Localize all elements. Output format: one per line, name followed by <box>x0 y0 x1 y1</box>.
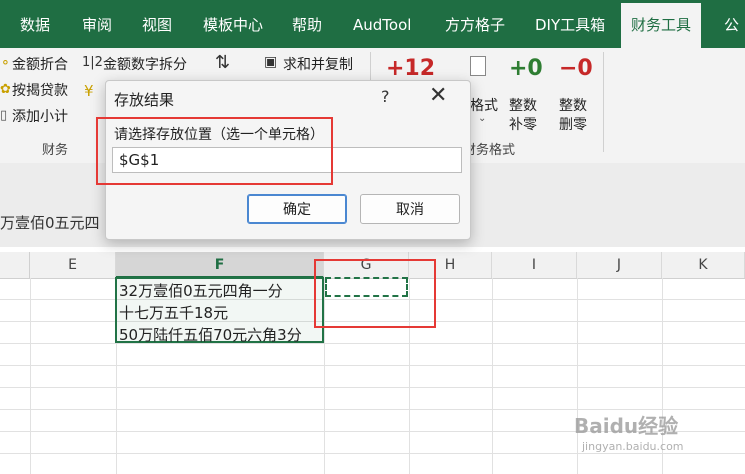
annotation-box-input <box>96 117 333 185</box>
tab-fangfang-gezi[interactable]: 方方格子 <box>445 0 505 48</box>
help-icon[interactable]: ? <box>381 87 390 106</box>
column-header-k[interactable]: K <box>662 252 745 278</box>
formula-bar-text[interactable]: 万壹佰0五元四 <box>0 212 100 233</box>
integer-fill-zero-label2[interactable]: 补零 <box>509 114 537 134</box>
digit-split-icon: 1|2 <box>82 55 103 70</box>
tab-view[interactable]: 视图 <box>142 0 172 48</box>
cancel-button[interactable]: 取消 <box>360 194 460 224</box>
tab-review[interactable]: 审阅 <box>82 0 112 48</box>
coin-icon: ⚬ <box>0 56 11 71</box>
ribbon-divider <box>603 52 604 152</box>
grid-line <box>30 278 31 474</box>
format-label[interactable]: 格式 <box>470 95 498 115</box>
grid-line <box>0 365 745 366</box>
fill-zero-icon: +0 <box>509 56 543 81</box>
subtotal-icon: ▯ <box>0 108 8 123</box>
document-icon <box>470 56 486 76</box>
mortgage-loan-button[interactable]: 按揭贷款 <box>12 80 68 100</box>
baidu-watermark: Baidu经验 <box>574 414 679 438</box>
group-label-finance: 财务 <box>42 143 69 158</box>
tab-audtool[interactable]: AudTool <box>353 0 411 48</box>
grid-line <box>0 343 745 344</box>
cell-f1[interactable]: 32万壹佰0五元四角一分 <box>119 280 283 301</box>
annotation-box-g1 <box>314 259 436 328</box>
select-all-corner[interactable] <box>0 252 30 278</box>
chevron-down-icon[interactable]: ⌄ <box>478 113 486 124</box>
cell-f2[interactable]: 十七万五千18元 <box>119 302 228 323</box>
amount-digit-split-button[interactable]: 金额数字拆分 <box>103 54 187 74</box>
yen-icon: ¥ <box>84 82 94 100</box>
baidu-watermark-url: jingyan.baidu.com <box>582 440 684 453</box>
amount-convert-button[interactable]: 金额折合 <box>12 54 68 74</box>
column-header-f[interactable]: F <box>116 252 324 278</box>
integer-delete-zero-label2[interactable]: 删零 <box>559 114 587 134</box>
tab-help[interactable]: 帮助 <box>292 0 322 48</box>
delete-zero-icon: −0 <box>559 56 593 81</box>
column-header-i[interactable]: I <box>492 252 577 278</box>
grid-line <box>0 453 745 454</box>
integer-fill-zero-label1[interactable]: 整数 <box>509 95 537 115</box>
dialog-title: 存放结果 <box>114 91 175 109</box>
tab-data[interactable]: 数据 <box>20 0 50 48</box>
ribbon-tabs: 数据 审阅 视图 模板中心 帮助 AudTool 方方格子 DIY工具箱 财务工… <box>0 0 745 48</box>
add-subtotal-button[interactable]: 添加小计 <box>12 106 68 126</box>
sum-copy-icon: ▣ <box>264 54 278 70</box>
grid-line <box>0 387 745 388</box>
tab-diy-toolbox[interactable]: DIY工具箱 <box>535 0 605 48</box>
grid-line <box>577 278 578 474</box>
tab-finance-tools[interactable]: 财务工具 <box>621 0 702 48</box>
close-icon[interactable]: ✕ <box>429 83 447 108</box>
grid-line <box>492 278 493 474</box>
tab-more[interactable]: 公 <box>724 0 739 48</box>
tab-template-center[interactable]: 模板中心 <box>203 0 263 48</box>
column-header-e[interactable]: E <box>30 252 116 278</box>
integer-delete-zero-label1[interactable]: 整数 <box>559 95 587 115</box>
sort-arrows-icon[interactable]: ⇅ <box>215 52 230 73</box>
person-coin-icon: ✿ <box>0 82 11 97</box>
column-header-j[interactable]: J <box>577 252 662 278</box>
sum-and-copy-button[interactable]: 求和并复制 <box>283 54 353 74</box>
cell-f3[interactable]: 50万陆仟五佰70元六角3分 <box>119 324 302 345</box>
ok-button[interactable]: 确定 <box>247 194 347 224</box>
finance-format-icon[interactable]: +12 <box>386 56 435 81</box>
